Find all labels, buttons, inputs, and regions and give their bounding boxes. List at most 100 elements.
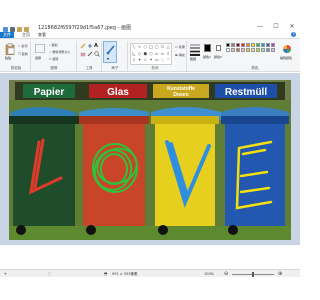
bin-yellow (151, 107, 221, 226)
crop-label: 裁剪 (51, 43, 58, 47)
palette-swatch[interactable] (241, 43, 245, 47)
outline-label: 轮廓 (178, 45, 185, 49)
brushes-group-label: 刷子 (111, 66, 119, 70)
fill-label: 填充 (178, 53, 185, 57)
save-icon[interactable] (10, 26, 15, 32)
image-group-label: 图像 (50, 66, 58, 70)
palette-swatch[interactable] (241, 48, 245, 52)
photo-grass (9, 226, 291, 240)
magnifier-tool[interactable] (93, 50, 100, 57)
palette-swatch[interactable] (251, 48, 255, 52)
palette-swatch[interactable] (236, 43, 240, 47)
ribbon: 粘贴 ✂ 剪切 ❐ 复制 剪贴板 选择 ⌗ 裁剪 ⤢ 重新调整大小 ↻ 旋转 图… (0, 38, 300, 72)
undo-icon[interactable] (17, 26, 22, 32)
palette-swatch[interactable] (236, 48, 240, 52)
bin-blue (221, 107, 289, 226)
cut-button[interactable]: ✂ 剪切 (17, 42, 29, 48)
color-picker-tool[interactable] (86, 50, 93, 57)
magnifier-icon (94, 51, 100, 57)
rotate-button[interactable]: ↻ 旋转 (48, 55, 60, 61)
shapes-group-label: 形状 (151, 66, 159, 70)
palette-swatch[interactable] (256, 48, 260, 52)
text-tool[interactable]: A (93, 42, 99, 49)
copy-icon: ❐ (18, 52, 21, 56)
paste-button[interactable]: 粘贴 (3, 41, 15, 63)
group-divider (127, 41, 128, 71)
tools-group-label: 工具 (85, 66, 93, 70)
resize-label: 重新调整大小 (52, 50, 71, 54)
color2-label: 颜色2 (214, 55, 222, 59)
line-width-icon (190, 44, 200, 56)
color-palette[interactable] (226, 43, 275, 52)
title-bar: 1218682f6597f29d1f5a67.jpeg - 画图 — ☐ ✕ (0, 0, 300, 32)
crop-button[interactable]: ⌗ 裁剪 (48, 41, 59, 47)
fill-tool[interactable] (86, 42, 92, 48)
bin-wheel (228, 225, 238, 235)
close-button[interactable]: ✕ (284, 22, 300, 32)
image-canvas[interactable]: Papier Glas Kunststoffe Dosen Restmüll (9, 80, 291, 240)
palette-swatch[interactable] (226, 48, 230, 52)
size-button[interactable]: 粗细 (188, 41, 200, 63)
shape-heart[interactable]: ♡ (165, 57, 171, 64)
palette-swatch[interactable] (271, 43, 275, 47)
outline-icon: ▭ (175, 45, 178, 49)
edit-colors-label: 编辑颜色 (280, 56, 293, 60)
palette-swatch[interactable] (261, 43, 265, 47)
select-button[interactable]: 选择 (33, 41, 46, 63)
palette-swatch[interactable] (266, 48, 270, 52)
palette-swatch[interactable] (226, 43, 230, 47)
edit-colors-button[interactable]: 编辑颜色 (279, 41, 293, 63)
color-wheel-icon (283, 45, 291, 53)
minimize-button[interactable]: — (252, 22, 268, 32)
copy-label: 复制 (21, 52, 28, 56)
sign-restmuell-text: Restmüll (225, 87, 267, 98)
help-icon[interactable]: ? (291, 32, 296, 37)
sign-glas-text: Glas (107, 87, 129, 98)
clipboard-icon (5, 43, 15, 55)
size-label: 粗细 (190, 57, 197, 61)
brush-icon (106, 45, 115, 55)
palette-swatch[interactable] (271, 48, 275, 52)
paste-label: 粘贴 (5, 56, 12, 60)
palette-swatch[interactable] (261, 48, 265, 52)
bin-green (9, 107, 79, 226)
clipboard-group-label: 剪贴板 (10, 66, 22, 70)
palette-swatch[interactable] (266, 43, 270, 47)
colors-group-label: 颜色 (251, 66, 259, 70)
palette-swatch[interactable] (251, 43, 255, 47)
sign-dosen-text: Dosen (173, 92, 188, 98)
color2-button[interactable]: 颜色2 (213, 41, 223, 63)
rotate-label: 旋转 (52, 57, 59, 61)
palette-swatch[interactable] (246, 43, 250, 47)
brushes-button[interactable]: ▾ (103, 41, 117, 63)
bin-wheel (158, 225, 168, 235)
shape-triangle[interactable]: △ (165, 44, 171, 51)
color1-label: 颜色1 (203, 55, 211, 59)
fill-icon: ▬ (175, 53, 178, 57)
color1-swatch (204, 44, 211, 52)
palette-swatch[interactable] (231, 43, 235, 47)
palette-swatch[interactable] (246, 48, 250, 52)
shape-arrow-up[interactable]: ⇧ (165, 51, 171, 58)
shape-outline-button[interactable]: ▭ 轮廓 (174, 43, 186, 49)
pencil-tool[interactable] (79, 42, 86, 49)
eraser-tool[interactable] (79, 50, 86, 57)
shape-gallery[interactable]: ╲ ∿ ○ □ ▢ ⬠ △ ◺ ◇ ⬟ ⬡ ⇨ ⇦ ⇧ ⇩ ✦ ☆ ✶ ▭ ◌ … (130, 43, 172, 65)
text-a-icon: A (94, 43, 98, 49)
maximize-button[interactable]: ☐ (268, 22, 284, 32)
bin-wheel (16, 225, 26, 235)
copy-button[interactable]: ❐ 复制 (17, 50, 29, 56)
redo-icon[interactable] (24, 26, 29, 32)
recycling-bins-photo: Papier Glas Kunststoffe Dosen Restmüll (9, 80, 291, 240)
zoom-slider-thumb[interactable] (252, 271, 254, 277)
sign-papier-text: Papier (34, 87, 65, 98)
palette-swatch[interactable] (231, 48, 235, 52)
palette-swatch[interactable] (256, 43, 260, 47)
color2-swatch (216, 45, 221, 51)
status-bar: ✛ ⬚ ⬒ 991 × 553像素 100% ⊖ ⊕ (0, 269, 300, 277)
window-title: 1218682f6597f29d1f5a67.jpeg - 画图 (38, 25, 131, 31)
shape-fill-button[interactable]: ▬ 填充 (174, 51, 186, 57)
color1-button[interactable]: 颜色1 (202, 41, 212, 63)
resize-button[interactable]: ⤢ 重新调整大小 (48, 48, 71, 54)
group-divider (186, 41, 187, 71)
